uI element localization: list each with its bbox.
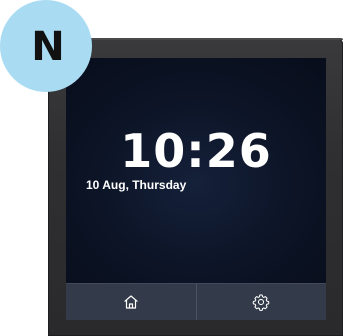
gear-icon <box>252 293 270 311</box>
device-screen: 10:26 10 Aug, Thursday <box>66 58 326 320</box>
settings-button[interactable] <box>195 284 327 320</box>
device-panel: 10:26 10 Aug, Thursday <box>48 38 343 336</box>
bottom-nav-bar <box>66 283 326 320</box>
home-icon <box>123 294 139 310</box>
stage: 10:26 10 Aug, Thursday N <box>0 0 343 336</box>
clock-date: 10 Aug, Thursday <box>86 178 187 192</box>
badge-letter: N <box>31 24 65 70</box>
clock-time: 10:26 <box>120 124 272 178</box>
home-button[interactable] <box>66 284 196 320</box>
n-badge: N <box>0 0 92 92</box>
